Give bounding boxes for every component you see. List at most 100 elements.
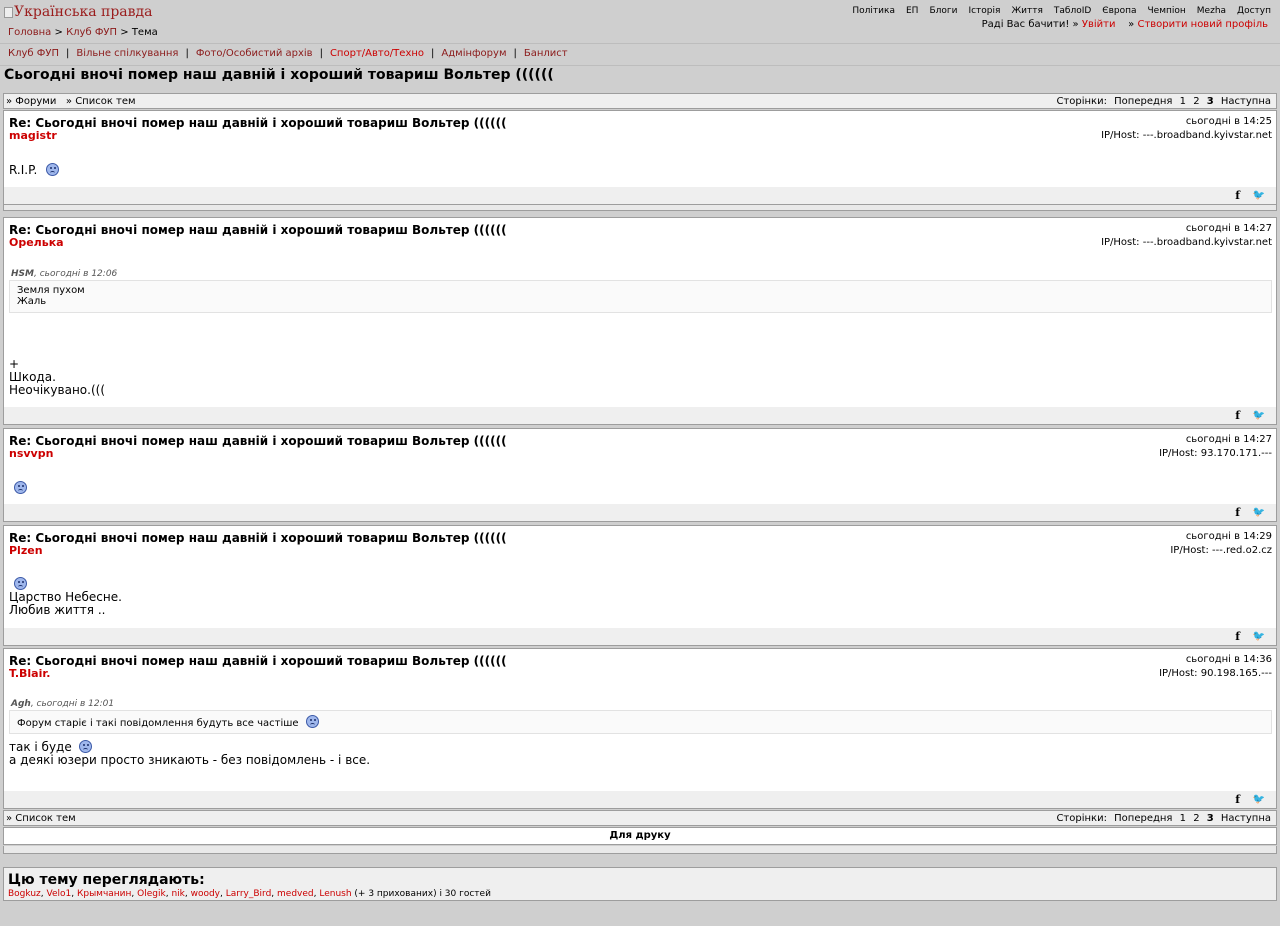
topnav-link[interactable]: Європа <box>1102 6 1136 16</box>
viewer-link[interactable]: Крымчанин <box>77 889 131 899</box>
topnav-link[interactable]: Блоги <box>929 6 957 16</box>
post-body: так і буде а деякі юзери просто зникають… <box>9 740 370 767</box>
top-navigation-bar: » Форуми » Список тем Сторінки: Попередн… <box>3 93 1277 109</box>
topnav-link[interactable]: Історія <box>968 6 1000 16</box>
post-footer: f 🐦 <box>4 628 1276 645</box>
site-logo[interactable]: Українська правда <box>4 4 152 20</box>
post-body <box>14 481 27 495</box>
forum-link-admin[interactable]: Адмінфорум <box>441 48 506 59</box>
topic-list-link[interactable]: » Список тем <box>6 813 76 824</box>
post-author[interactable]: nsvvpn <box>9 447 53 460</box>
post-body: R.I.P. <box>9 163 60 177</box>
pager-prev[interactable]: Попередня <box>1114 96 1172 107</box>
twitter-share-icon[interactable]: 🐦 <box>1253 794 1265 805</box>
post-time: сьогодні в 14:27 <box>1185 434 1272 445</box>
viewer-link[interactable]: nik <box>171 889 184 899</box>
post-body: + Шкода. Неочікувано.((( <box>9 358 105 397</box>
nav-separator: | <box>65 48 70 59</box>
topnav-link[interactable]: Життя <box>1011 6 1042 16</box>
post-host: IP/Host: ---.broadband.kyivstar.net <box>1101 130 1272 141</box>
forum-link-club[interactable]: Клуб ФУП <box>8 48 59 59</box>
page-title: Сьогодні вночі помер наш давній і хороши… <box>4 67 554 83</box>
forum-post: Re: Сьогодні вночі помер наш давній і хо… <box>3 428 1277 522</box>
post-author[interactable]: T.Blair. <box>9 667 50 680</box>
post-footer: f 🐦 <box>4 407 1276 424</box>
quote-header: Agh, сьогодні в 12:01 <box>11 699 114 709</box>
divider <box>0 43 1280 44</box>
viewer-link[interactable]: Velo1 <box>47 889 72 899</box>
post-text-line: так і буде <box>9 740 72 754</box>
pager-page[interactable]: 2 <box>1193 96 1199 107</box>
viewer-link[interactable]: Lenush <box>319 889 351 899</box>
post-text-line: а деякі юзери просто зникають - без пові… <box>9 753 371 767</box>
facebook-share-icon[interactable]: f <box>1235 506 1240 519</box>
forum-link-free-talk[interactable]: Вільне спілкування <box>76 48 178 59</box>
viewers-guest-count: (+ 3 прихованих) і 30 гостей <box>351 889 491 899</box>
viewer-link[interactable]: Larry_Bird <box>226 889 272 899</box>
greeting-arrow: » <box>1128 19 1135 30</box>
breadcrumb-club[interactable]: Клуб ФУП <box>66 27 117 38</box>
pager-page[interactable]: 1 <box>1180 96 1186 107</box>
quote-line: Жаль <box>17 296 47 307</box>
viewer-link[interactable]: Olegik <box>137 889 166 899</box>
forum-link-photo[interactable]: Фото/Особистий архів <box>196 48 313 59</box>
pager-label: Сторінки: <box>1056 95 1107 107</box>
post-time: сьогодні в 14:29 <box>1185 531 1272 542</box>
quote-author: HSM <box>11 269 34 279</box>
forums-link[interactable]: » Форуми <box>6 96 56 107</box>
viewer-link[interactable]: woody <box>191 889 220 899</box>
post-host: IP/Host: ---.broadband.kyivstar.net <box>1101 237 1272 248</box>
viewers-list: Bogkuz, Velo1, Крымчанин, Olegik, nik, w… <box>8 889 491 899</box>
topnav-link[interactable]: ЕП <box>906 6 918 16</box>
post-footer: f 🐦 <box>4 791 1276 808</box>
separator-strip <box>3 846 1277 854</box>
viewer-link[interactable]: Bogkuz <box>8 889 41 899</box>
post-time: сьогодні в 14:36 <box>1185 654 1272 665</box>
register-link[interactable]: Створити новий профіль <box>1137 19 1268 30</box>
pager-next[interactable]: Наступна <box>1221 813 1271 824</box>
topic-list-link[interactable]: » Список тем <box>66 96 136 107</box>
twitter-share-icon[interactable]: 🐦 <box>1253 507 1265 518</box>
topnav-link[interactable]: Політика <box>852 6 895 16</box>
post-text-line: Любив життя .. <box>9 603 106 617</box>
login-link[interactable]: Увійти <box>1082 19 1116 30</box>
twitter-share-icon[interactable]: 🐦 <box>1253 631 1265 642</box>
viewer-link[interactable]: medved <box>277 889 314 899</box>
topnav-link[interactable]: Чемпіон <box>1148 6 1186 16</box>
quote-line: Земля пухом <box>17 285 85 296</box>
twitter-share-icon[interactable]: 🐦 <box>1253 190 1265 201</box>
post-text-line: R.I.P. <box>9 163 38 177</box>
sad-smiley-icon <box>305 715 319 728</box>
topnav-link[interactable]: ТаблоID <box>1054 6 1091 16</box>
pager-prev[interactable]: Попередня <box>1114 813 1172 824</box>
pager-page[interactable]: 1 <box>1180 813 1186 824</box>
facebook-share-icon[interactable]: f <box>1235 630 1240 643</box>
post-author[interactable]: Plzen <box>9 544 43 557</box>
pager-page[interactable]: 2 <box>1193 813 1199 824</box>
post-host: IP/Host: ---.red.o2.cz <box>1170 545 1272 556</box>
site-logo-alt: Українська правда <box>14 4 153 20</box>
twitter-share-icon[interactable]: 🐦 <box>1253 410 1265 421</box>
divider <box>0 65 1280 66</box>
bottom-navigation-bar: » Список тем Сторінки: Попередня 1 2 3 Н… <box>3 810 1277 826</box>
topnav-link[interactable]: Доступ <box>1237 6 1271 16</box>
forum-post: Re: Сьогодні вночі помер наш давній і хо… <box>3 217 1277 425</box>
pager: Сторінки: Попередня 1 2 3 Наступна <box>1052 813 1271 824</box>
forum-link-banlist[interactable]: Банлист <box>524 48 568 59</box>
print-button[interactable]: Для друку <box>3 827 1277 845</box>
quote-block: Земля пухом Жаль <box>9 280 1272 313</box>
post-author[interactable]: Орелька <box>9 236 64 249</box>
facebook-share-icon[interactable]: f <box>1235 793 1240 806</box>
post-subject: Re: Сьогодні вночі помер наш давній і хо… <box>9 434 507 448</box>
viewers-title: Цю тему переглядають: <box>8 872 205 888</box>
forum-post: Re: Сьогодні вночі помер наш давній і хо… <box>3 110 1277 205</box>
post-author[interactable]: magistr <box>9 129 57 142</box>
breadcrumb-home[interactable]: Головна <box>8 27 51 38</box>
forum-link-sport[interactable]: Спорт/Авто/Техно <box>330 48 424 59</box>
topnav-link[interactable]: Mezha <box>1197 6 1226 16</box>
facebook-share-icon[interactable]: f <box>1235 409 1240 422</box>
forum-post: Re: Сьогодні вночі помер наш давній і хо… <box>3 648 1277 809</box>
breadcrumb-current: Тема <box>131 27 158 38</box>
facebook-share-icon[interactable]: f <box>1235 189 1240 202</box>
pager-next[interactable]: Наступна <box>1221 96 1271 107</box>
